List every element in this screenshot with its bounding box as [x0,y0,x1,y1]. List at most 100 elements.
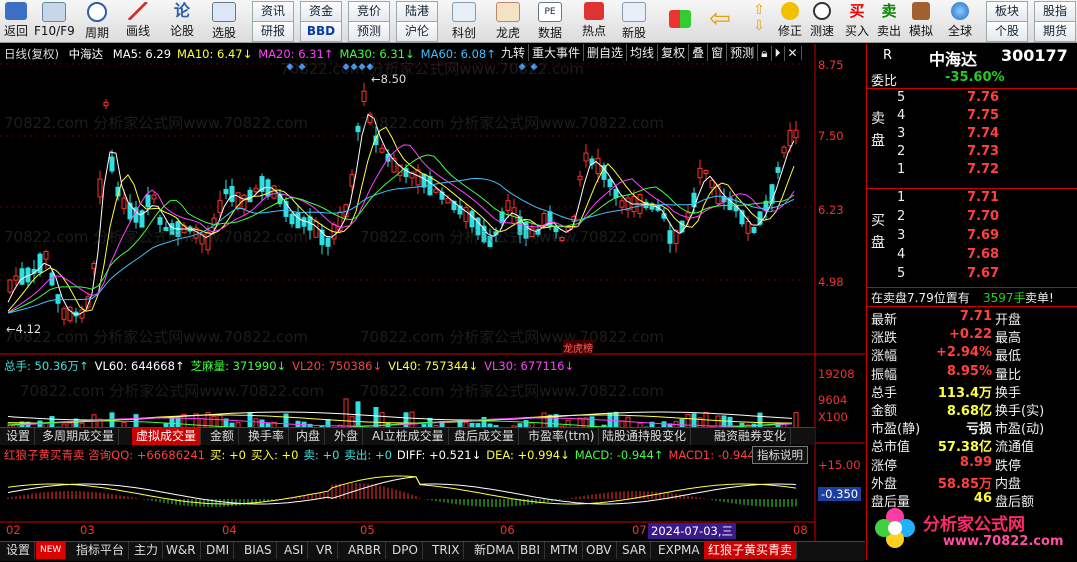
sell-level-row[interactable]: 5 7.76 [867,90,1077,108]
tab-item[interactable]: 换手率 [244,428,290,445]
candle-body [7,279,13,293]
left-arrow-button[interactable]: ⇦ [704,0,736,42]
dragon-tiger-button[interactable]: 龙虎 [490,0,526,42]
tab-item[interactable]: 融资融券变化 [710,428,792,445]
weibi-value: -35.60% [945,70,1005,85]
tab-item[interactable]: 多周期成交量 [38,428,120,445]
buy-level-row[interactable]: 1 7.71 [867,190,1077,208]
discuss-button[interactable]: 论 论股 [164,0,200,42]
buy-level-row[interactable]: 2 7.70 [867,209,1077,227]
tab-item[interactable]: 新DMA [470,542,519,559]
tab-item[interactable]: VR [312,542,338,559]
speed-test-button[interactable]: 测速 [806,0,838,42]
tab-item[interactable]: 设置 [2,428,36,445]
tab-item[interactable]: W&R [162,542,201,559]
tab-item[interactable]: ARBR [344,542,387,559]
collapse-icon[interactable]: ⏵ [772,46,785,61]
tab-item[interactable]: OBV [582,542,617,559]
news-button[interactable]: 资讯 [252,1,294,22]
tab-item[interactable]: 指标平台 [72,542,130,559]
candle-body [109,156,115,172]
research-button[interactable]: 研报 [252,21,294,42]
tab-remove-watchlist[interactable]: 删自选 [584,44,628,61]
single-stock-button[interactable]: 个股 [986,21,1028,42]
close-icon[interactable]: ✕ [785,46,802,60]
tab-item[interactable]: AI立桩成交量 [368,428,449,445]
color-grid-button[interactable] [664,0,696,42]
bidding-button[interactable]: 竞价 [348,1,390,22]
document-icon [42,2,66,22]
stat-label-2: 换手 [995,385,1022,401]
tab-major-events[interactable]: 重大事件 [529,44,585,61]
level-price: 7.76 [967,90,1000,105]
global-button[interactable]: 全球 [940,0,980,42]
tab-window[interactable]: 窗 [708,44,728,61]
stock-code: 300177 [1001,46,1068,65]
data-button[interactable]: PE 数据 [532,0,568,42]
f10-button[interactable]: F10/F9 [34,0,75,42]
tab-item[interactable]: EXPMA [654,542,705,559]
buy-button[interactable]: 买 买入 [842,0,872,42]
tab-item[interactable]: TRIX [428,542,465,559]
tab-item[interactable]: 市盈率(ttm) [524,428,600,445]
candle-body [775,167,781,173]
chart-area[interactable] [0,44,866,541]
hotspot-button[interactable]: 热点 [576,0,612,42]
candle-body [247,189,253,203]
select-stock-button[interactable]: 选股 [206,0,242,42]
sell-button[interactable]: 卖 卖出 [874,0,904,42]
sell-level-row[interactable]: 3 7.74 [867,126,1077,144]
draw-button[interactable]: 画线 [120,0,156,42]
tab-ma[interactable]: 均线 [627,44,659,61]
fix-button[interactable]: 修正 [774,0,806,42]
tab-item[interactable]: 主力 [130,542,164,559]
sell-level-row[interactable]: 4 7.75 [867,108,1077,126]
index-button[interactable]: 股指 [1034,1,1076,22]
tab-item[interactable]: DMI [202,542,235,559]
period-button[interactable]: 周期 [80,0,114,42]
sector-button[interactable]: 板块 [986,1,1028,22]
funds-button[interactable]: 资金 [300,1,342,22]
buy-level-row[interactable]: 4 7.68 [867,247,1077,265]
tab-item[interactable]: 金额 [206,428,240,445]
dragon-tiger-marker[interactable]: 龙虎榜 [563,340,593,355]
tab-item[interactable]: 红狼子黄买青卖 [704,542,798,559]
ipo-button[interactable]: 新股 [616,0,652,42]
candle-body [301,217,307,227]
buy-level-row[interactable]: 3 7.69 [867,228,1077,246]
sell-level-row[interactable]: 2 7.73 [867,144,1077,162]
tab-item[interactable]: SAR [618,542,652,559]
tab-item[interactable]: ASI [280,542,309,559]
buy-level-row[interactable]: 5 7.67 [867,266,1077,284]
lock-icon[interactable]: 🔒︎ [758,46,772,61]
tab-nine-turn[interactable]: 九转 [498,44,530,61]
tab-item[interactable]: NEW [36,542,67,559]
tab-item[interactable]: 盘后成交量 [450,428,520,445]
candle-body [103,101,109,107]
tab-item[interactable]: BBI [516,542,546,559]
tab-item[interactable]: 外盘 [330,428,364,445]
shanghai-london-button[interactable]: 沪伦 [396,21,438,42]
up-down-button[interactable]: ⇧ ⇩ [744,0,774,42]
tab-forecast[interactable]: 预测 [727,44,759,61]
tab-item[interactable]: 设置 [2,542,36,559]
tab-adjust[interactable]: 复权 [658,44,690,61]
tab-item[interactable]: 陆股通持股变化 [598,428,692,445]
tab-item[interactable]: MTM [546,542,584,559]
tab-item[interactable]: DPO [388,542,423,559]
tab-item[interactable]: 虚拟成交量 [132,428,202,445]
period-label: 周期 [84,26,109,40]
futures-button[interactable]: 期货 [1034,21,1076,42]
hk-connect-button[interactable]: 陆港 [396,1,438,22]
tab-item[interactable]: 内盘 [292,428,326,445]
indicator-help-button[interactable]: 指标说明 [752,446,808,464]
forecast-button[interactable]: 预测 [348,21,390,42]
simulate-button[interactable]: 模拟 [906,0,936,42]
back-button[interactable]: 返回 [2,0,30,42]
tab-item[interactable]: BIAS [240,542,277,559]
candle-body [709,179,715,189]
star-market-button[interactable]: 科创 [446,0,482,42]
sell-level-row[interactable]: 1 7.72 [867,162,1077,180]
bbd-button[interactable]: BBD [300,21,342,42]
tab-overlay[interactable]: 叠 [689,44,709,61]
